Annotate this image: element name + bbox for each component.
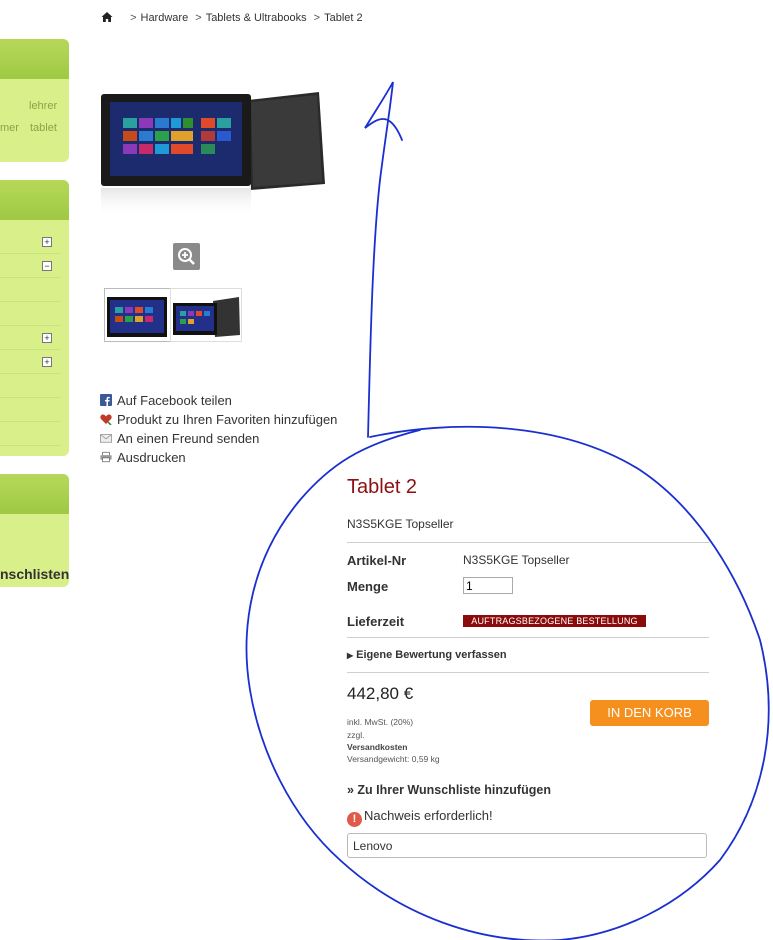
category-row[interactable]: [0, 397, 60, 422]
write-review-link[interactable]: ▶ Eigene Bewertung verfassen: [347, 649, 507, 661]
category-row[interactable]: −: [0, 253, 60, 278]
share-facebook-link[interactable]: Auf Facebook teilen: [100, 393, 232, 408]
product-image[interactable]: [101, 90, 326, 220]
sidebar-tags-box: lehrer mer tablet: [0, 39, 69, 162]
product-price: 442,80 €: [347, 684, 414, 703]
shipping-weight: Versandgewicht: 0,59 kg: [347, 754, 440, 764]
warning-icon: !: [347, 812, 362, 827]
sidebar-wishlist-header: [0, 474, 69, 514]
breadcrumb-item-current: Tablet 2: [324, 12, 363, 24]
caret-right-icon: ▶: [347, 651, 354, 660]
sidebar-categories-box: + − + +: [0, 180, 69, 456]
breadcrumb-separator: >: [130, 12, 137, 24]
category-row[interactable]: [0, 373, 60, 398]
product-thumbnail[interactable]: [104, 288, 176, 342]
quantity-input[interactable]: [463, 577, 513, 594]
product-title: Tablet 2: [347, 476, 418, 498]
divider: [347, 637, 709, 638]
sidebar-wishlist-link[interactable]: nschlisten: [0, 566, 69, 582]
category-row[interactable]: [0, 277, 60, 302]
delivery-status-badge: AUFTRAGSBEZOGENE BESTELLUNG: [463, 615, 646, 627]
warning-message: ! Nachweis erforderlich!: [347, 808, 493, 827]
divider: [347, 542, 709, 543]
tax-note: inkl. MwSt. (20%): [347, 717, 414, 727]
sidebar-categories-header: [0, 180, 69, 220]
delivery-label: Lieferzeit: [347, 614, 405, 629]
breadcrumb-item-hardware[interactable]: Hardware: [141, 12, 189, 24]
shipping-prefix: zzgl.: [347, 730, 365, 740]
sidebar-wishlist-box: nschlisten: [0, 474, 69, 587]
brand-field[interactable]: Lenovo: [347, 833, 707, 858]
collapse-minus-icon[interactable]: −: [42, 261, 52, 271]
sidebar-tags-header: [0, 39, 69, 79]
quantity-label: Menge: [347, 579, 389, 594]
shipping-costs-link[interactable]: Versandkosten: [347, 742, 407, 752]
add-to-favorites-link[interactable]: Produkt zu Ihren Favoriten hinzufügen: [100, 412, 337, 427]
tag-word[interactable]: lehrer: [29, 100, 57, 112]
divider: [347, 672, 709, 673]
category-row[interactable]: +: [0, 325, 60, 350]
sku-value: N3S5KGE Topseller: [463, 553, 570, 567]
tag-word[interactable]: mer: [0, 122, 19, 134]
product-subtitle: N3S5KGE Topseller: [347, 517, 454, 531]
zoom-button[interactable]: [173, 243, 200, 270]
home-icon[interactable]: [101, 11, 113, 23]
breadcrumb-separator: >: [313, 12, 321, 24]
heart-icon: [100, 414, 112, 425]
expand-plus-icon[interactable]: +: [42, 357, 52, 367]
expand-plus-icon[interactable]: +: [42, 237, 52, 247]
breadcrumb-item-tablets[interactable]: Tablets & Ultrabooks: [206, 12, 307, 24]
category-row[interactable]: [0, 421, 60, 446]
print-link[interactable]: Ausdrucken: [100, 450, 186, 465]
product-thumbnail[interactable]: [170, 288, 242, 342]
send-to-friend-link[interactable]: An einen Freund senden: [100, 431, 259, 446]
tag-word[interactable]: tablet: [30, 122, 57, 134]
category-row[interactable]: +: [0, 349, 60, 374]
breadcrumb: > Hardware > Tablets & Ultrabooks > Tablet …: [101, 11, 363, 24]
zoom-icon: [178, 248, 195, 265]
category-row[interactable]: +: [0, 229, 60, 254]
breadcrumb-separator: >: [195, 12, 202, 24]
add-to-wishlist-link[interactable]: » Zu Ihrer Wunschliste hinzufügen: [347, 783, 551, 797]
expand-plus-icon[interactable]: +: [42, 333, 52, 343]
printer-icon: [100, 451, 112, 463]
category-row[interactable]: [0, 301, 60, 326]
sku-label: Artikel-Nr: [347, 553, 407, 568]
mail-icon: [100, 434, 112, 443]
facebook-icon: [100, 394, 112, 406]
add-to-cart-button[interactable]: IN DEN KORB: [590, 700, 709, 726]
